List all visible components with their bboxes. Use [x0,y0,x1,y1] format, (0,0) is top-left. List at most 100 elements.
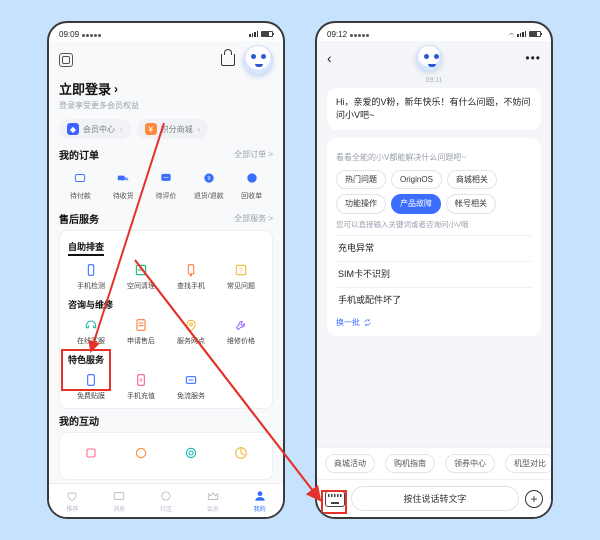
status-indicator-dots [81,30,101,39]
faq-icon: ? [232,261,250,279]
svc-free-data[interactable]: 免流服务 [166,368,216,406]
status-time: 09:12 [327,30,347,39]
service-header: 售后服务 [59,211,99,226]
plus-icon[interactable]: + [525,490,543,508]
quick-guide[interactable]: 购机指南 [385,454,435,473]
bot-avatar[interactable] [416,45,442,71]
login-subtitle: 登录享受更多会员权益 [59,100,139,111]
svc-repair-price[interactable]: 维修价格 [216,313,266,351]
login-title: 立即登录 [59,79,111,98]
status-indicator-dots [349,30,369,39]
svc-phone-check[interactable]: 手机检测 [66,258,116,296]
interact-item-3[interactable] [166,441,216,467]
chip-fault[interactable]: 产品故障 [391,194,441,214]
bottom-tab-bar: 推荐 消息 社区 会员 我的 [49,483,283,517]
svg-text:¥: ¥ [207,176,210,182]
status-bar: 09:09 [49,23,283,41]
order-pending-pay[interactable]: 待付款 [59,168,102,201]
wallet-icon [70,168,90,188]
chip-function[interactable]: 功能操作 [336,194,386,214]
signal-icon [517,31,526,37]
orders-more[interactable]: 全部订单 > [234,149,273,160]
chip-originos[interactable]: OriginOS [391,170,442,190]
svg-text:?: ? [239,268,243,275]
order-pending-review[interactable]: 待评价 [145,168,188,201]
chat-timestamp: 09:11 [327,77,541,84]
recharge-icon: ¥ [132,371,150,389]
tab-community[interactable]: 社区 [159,489,173,513]
group-consult-repair: 咨询与维修 [68,298,266,311]
service-card: 自助排查 手机检测 空间清理 查找手机 ?常见问题 咨询与维修 在线客服 申请售… [59,230,273,409]
tab-member[interactable]: 会员 [206,489,220,513]
wifi-icon: ⌢ [509,29,514,39]
phone-left: 09:09 立即登录 › 登录享受更多会员权益 [47,21,285,519]
orders-header: 我的订单 [59,147,99,162]
login-block[interactable]: 立即登录 › 登录享受更多会员权益 [59,77,273,115]
interact-item-1[interactable] [66,441,116,467]
group-self-help: 自助排查 [68,240,104,256]
chip-hot[interactable]: 热门问题 [336,170,386,190]
truck-icon [113,168,133,188]
recycle-icon [242,168,262,188]
tab-recommend[interactable]: 推荐 [65,489,79,513]
cart-icon[interactable] [221,54,235,66]
refresh-icon [363,318,372,327]
svc-free-film[interactable]: 免费贴膜 [66,368,116,406]
data-icon [182,371,200,389]
settings-icon[interactable] [59,53,73,67]
category-chips: 热门问题 OriginOS 商城相关 功能操作 产品故障 帐号相关 [336,170,532,214]
svc-space-clean[interactable]: 空间清理 [116,258,166,296]
interact-item-2[interactable] [116,441,166,467]
phone-right: 09:12 ⌢ ‹ ••• 09:11 Hi，亲爱的V粉，新年快乐！有什么问题，… [315,21,553,519]
chat-input-bar: 按住说话转文字 + [317,479,551,517]
battery-icon [261,31,273,37]
order-refund[interactable]: ¥ 退货/退款 [187,168,230,201]
pill-member-center[interactable]: ◆ 会员中心› [59,119,131,139]
more-icon[interactable]: ••• [525,51,541,65]
form-icon [132,316,150,334]
chip-account[interactable]: 帐号相关 [446,194,496,214]
film-icon [82,371,100,389]
voice-input-button[interactable]: 按住说话转文字 [351,486,519,511]
svg-text:¥: ¥ [140,378,143,384]
keyboard-icon[interactable] [325,491,345,507]
svc-faq[interactable]: ?常见问题 [216,258,266,296]
top-bar [59,41,273,77]
option-broken[interactable]: 手机或配件坏了 [336,287,532,313]
svc-recharge[interactable]: ¥手机充值 [116,368,166,406]
svc-find-phone[interactable]: 查找手机 [166,258,216,296]
pill-points-mall[interactable]: ¥ 积分商城› [137,119,209,139]
quick-reply-row: 商城活动 购机指南 领券中心 机型对比 以 [317,447,551,479]
swap-batch[interactable]: 换一批 [336,317,532,329]
phone-check-icon [82,261,100,279]
signal-icon [249,31,258,37]
option-charging[interactable]: 充电异常 [336,235,532,261]
diamond-icon: ◆ [67,123,79,135]
clean-icon [132,261,150,279]
option-sim[interactable]: SIM卡不识别 [336,261,532,287]
quick-compare[interactable]: 机型对比 [505,454,551,473]
back-icon[interactable]: ‹ [327,50,332,66]
avatar[interactable] [243,45,273,75]
tab-mine[interactable]: 我的 [253,489,267,513]
svc-service-point[interactable]: 服务网点 [166,313,216,351]
chat-icon [156,168,176,188]
interact-item-4[interactable] [216,441,266,467]
tab-message[interactable]: 消息 [112,489,126,513]
service-more[interactable]: 全部服务 > [234,213,273,224]
svc-apply-aftersale[interactable]: 申请售后 [116,313,166,351]
chip-mall[interactable]: 商城相关 [447,170,497,190]
coin-icon: ¥ [145,123,157,135]
quick-activity[interactable]: 商城活动 [325,454,375,473]
chat-header: ‹ ••• [317,41,551,75]
location-icon [182,316,200,334]
chat-options-bubble: 看看全能的小V都能解决什么问题吧~ 热门问题 OriginOS 商城相关 功能操… [327,138,541,336]
order-pending-receive[interactable]: 待收货 [102,168,145,201]
refund-icon: ¥ [199,168,219,188]
orders-row: 待付款 待收货 待评价 ¥ 退货/退款 回收单 [59,166,273,207]
interact-header: 我的互动 [59,413,99,428]
order-recycle[interactable]: 回收单 [230,168,273,201]
svc-online-service[interactable]: 在线客服 [66,313,116,351]
quick-coupon[interactable]: 领券中心 [445,454,495,473]
status-bar: 09:12 ⌢ [317,23,551,41]
